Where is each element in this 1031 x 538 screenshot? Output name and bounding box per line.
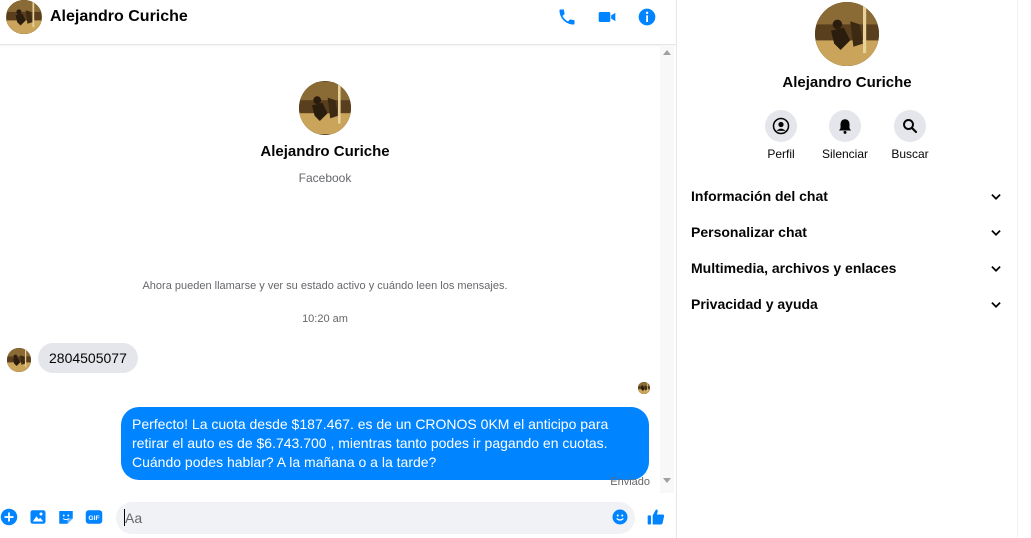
section-media-files-links-label: Multimedia, archivos y enlaces [691,260,897,276]
mute-label: Silenciar [821,147,869,161]
chevron-down-icon [991,194,1001,200]
message-input[interactable] [116,502,635,534]
search-label: Buscar [891,147,929,161]
section-privacy-help[interactable]: Privacidad y ayuda [691,296,1003,318]
phone-icon[interactable] [557,7,577,27]
message-timestamp: 10:20 am [302,313,348,325]
contact-avatar[interactable] [6,0,42,34]
intro-name: Alejandro Curiche [260,143,390,160]
intro-subtitle: Facebook [298,171,352,185]
section-customize-chat-label: Personalizar chat [691,224,807,240]
scroll-down-arrow-icon[interactable] [663,478,671,483]
profile-icon [772,117,790,135]
thumbs-up-icon[interactable] [646,507,666,527]
profile-label: Perfil [767,147,795,161]
info-icon[interactable] [637,7,657,27]
sticker-icon[interactable] [57,508,75,526]
delivery-status: Enviado [610,476,650,488]
contact-name[interactable]: Alejandro Curiche [50,8,188,26]
emoji-icon[interactable] [611,508,629,526]
scroll-up-arrow-icon[interactable] [663,50,671,55]
sidebar-contact-name: Alejandro Curiche [782,74,912,91]
section-chat-info-label: Información del chat [691,188,828,204]
search-icon [903,119,918,134]
mute-button[interactable]: Silenciar [810,110,880,161]
section-media-files-links[interactable]: Multimedia, archivos y enlaces [691,260,1003,282]
image-icon[interactable] [29,508,47,526]
bell-icon [839,119,851,134]
gif-icon[interactable]: GIF [85,508,103,526]
message-input-placeholder: Aa [125,510,143,526]
seen-indicator-avatar [638,382,650,394]
conversation-notice: Ahora pueden llamarse y ver su estado ac… [142,280,508,292]
search-button[interactable]: Buscar [875,110,945,161]
section-privacy-help-label: Privacidad y ayuda [691,296,818,312]
plus-icon[interactable] [0,508,18,526]
incoming-avatar[interactable] [7,348,31,372]
chevron-down-icon [991,230,1001,236]
svg-text:GIF: GIF [88,515,99,522]
chevron-down-icon [991,266,1001,272]
chevron-down-icon [991,302,1001,308]
sidebar-avatar[interactable] [815,2,879,66]
message-scrollbar[interactable] [660,45,674,493]
chat-panel: Alejandro Curiche Alejandro Curiche Face… [0,0,676,538]
intro-avatar [299,81,351,135]
incoming-message[interactable]: 2804505077 [38,343,138,373]
outgoing-message[interactable]: Perfecto! La cuota desde $187.467. es de… [121,407,649,480]
section-customize-chat[interactable]: Personalizar chat [691,224,1003,246]
section-chat-info[interactable]: Información del chat [691,188,1003,210]
video-camera-icon[interactable] [597,7,617,27]
chat-header: Alejandro Curiche [0,0,676,45]
sidebar-scrollbar[interactable] [1017,0,1031,538]
profile-button[interactable]: Perfil [746,110,816,161]
